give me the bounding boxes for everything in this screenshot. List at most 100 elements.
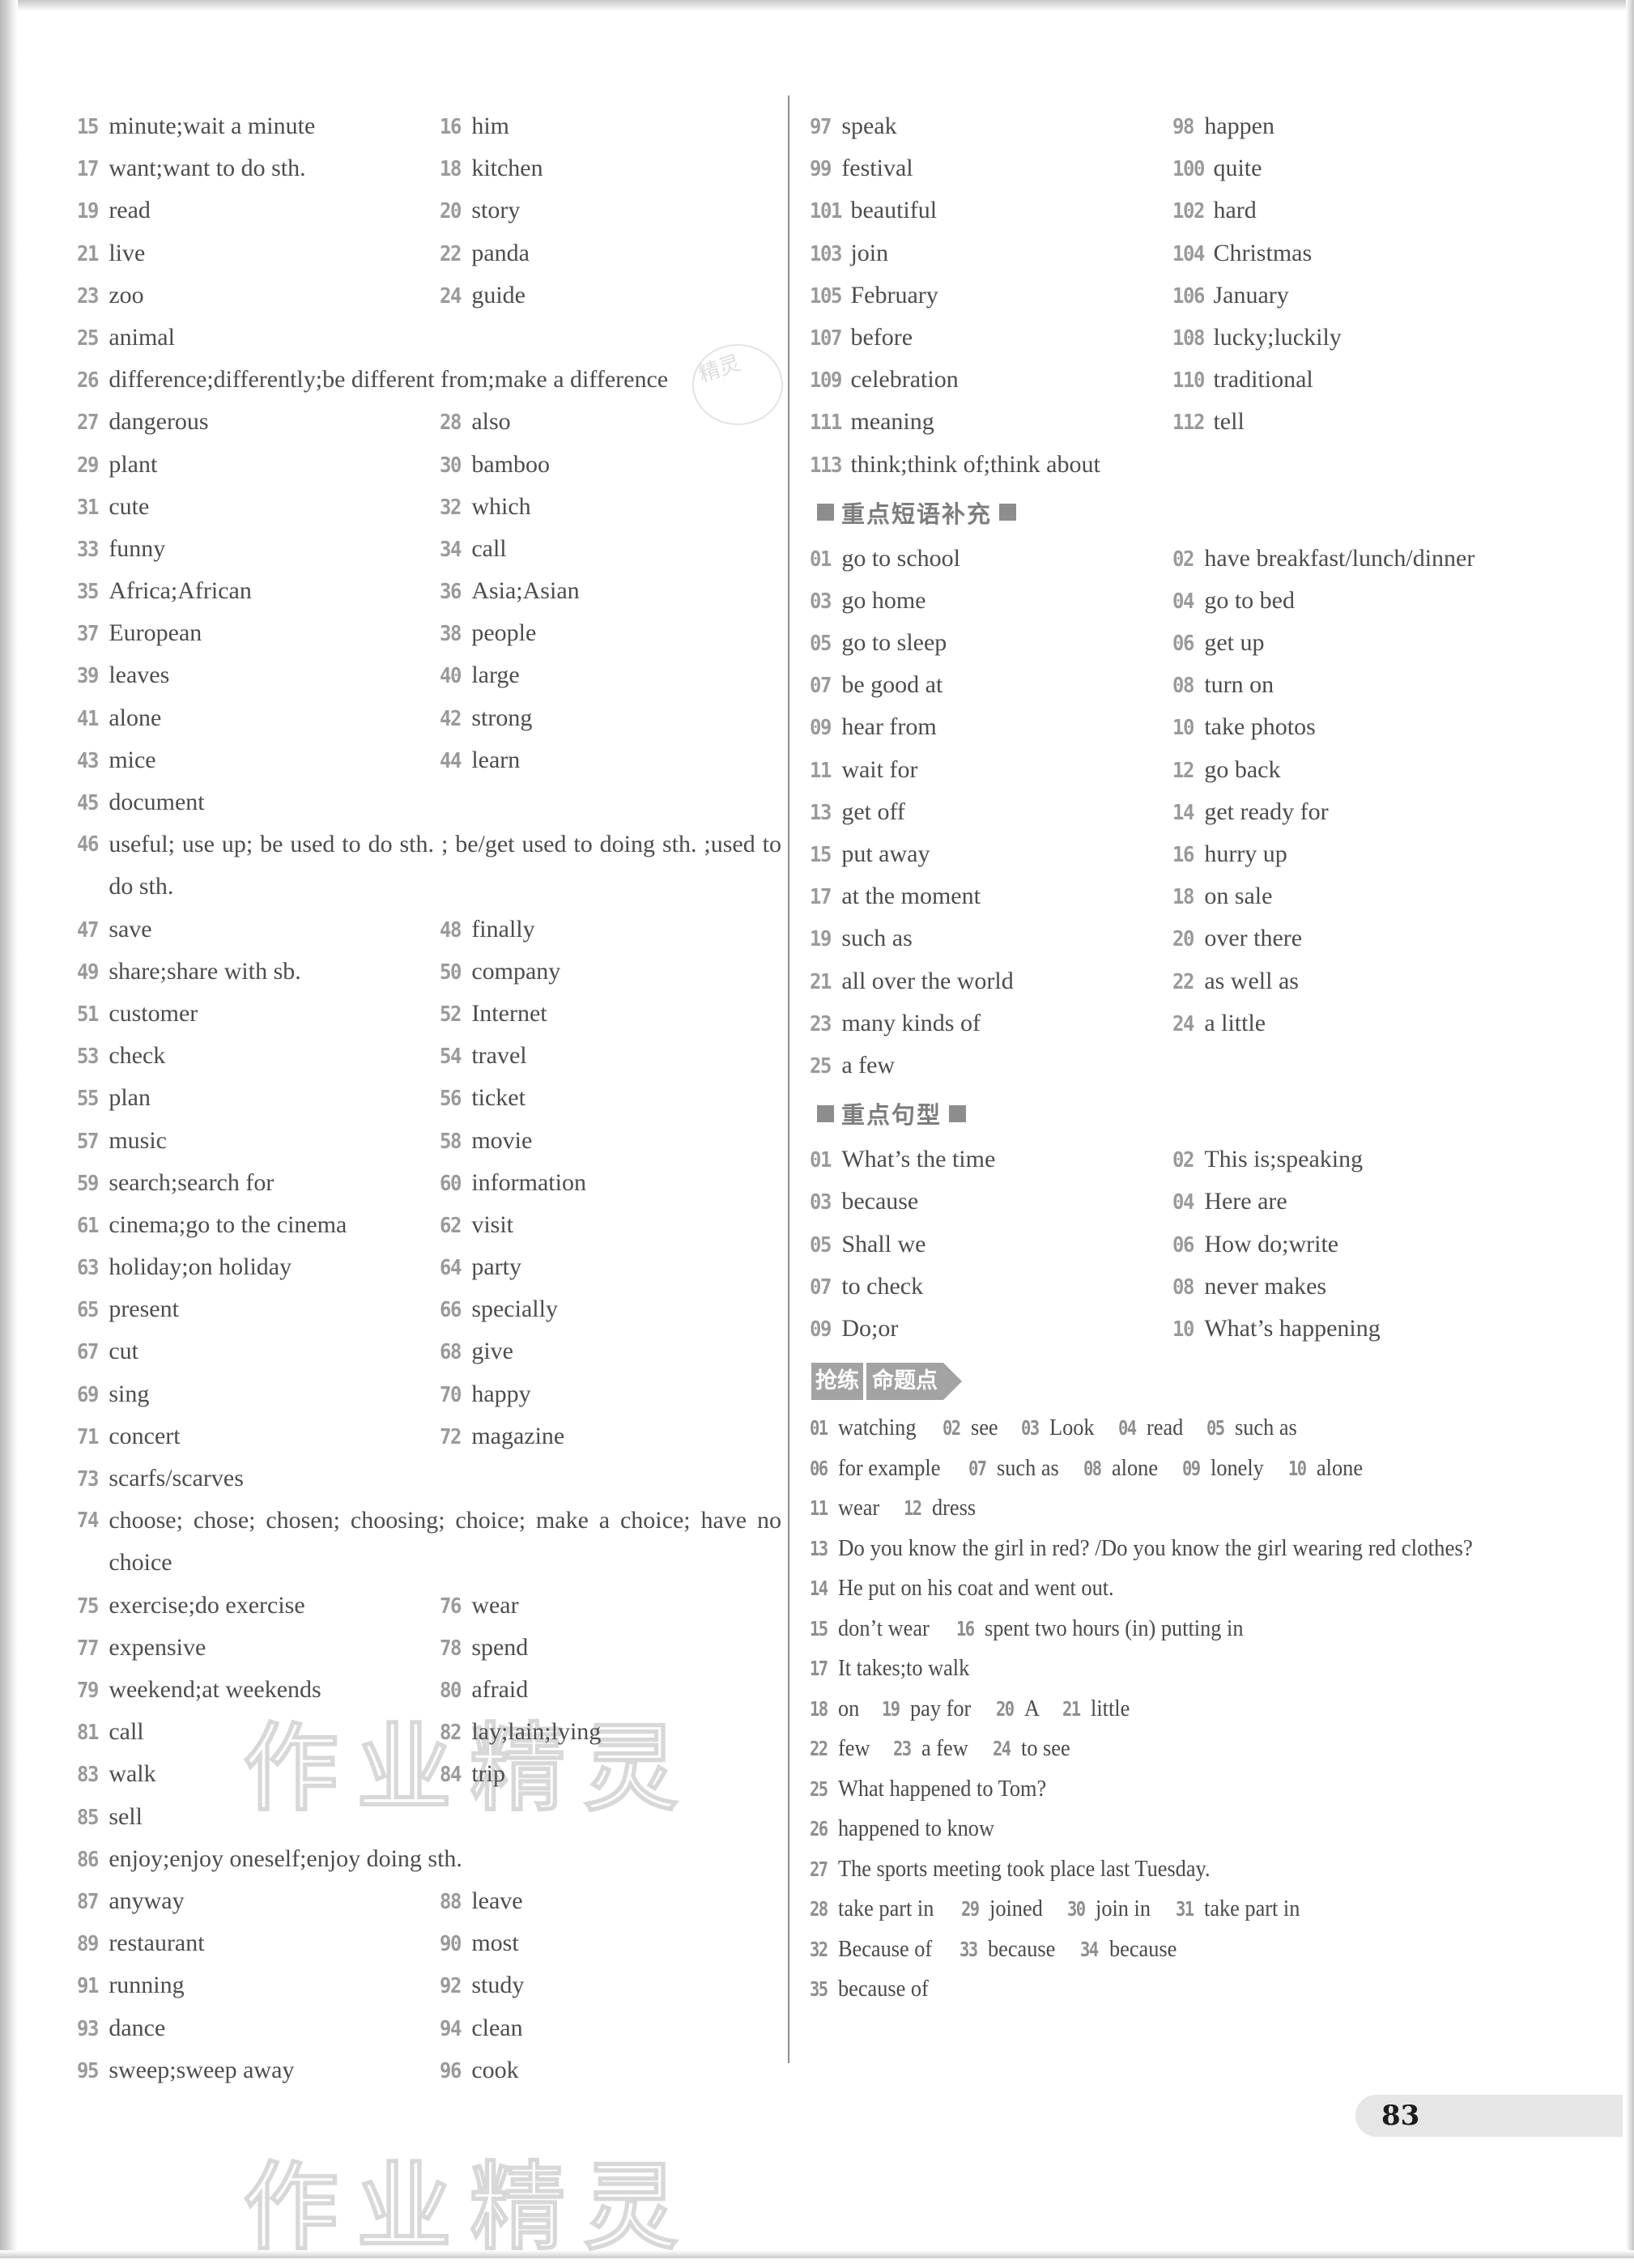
entry-number: 113 [810, 453, 842, 478]
entry-text: go to bed [1204, 586, 1295, 614]
entry-cell: 25 animal [77, 317, 440, 360]
entry-number: 111 [810, 411, 842, 436]
entry-cell: 76 wear [440, 1585, 781, 1628]
entry-number: 91 [77, 1974, 99, 1999]
entry-number: 77 [77, 1636, 99, 1661]
entry-number: 17 [810, 885, 832, 910]
entry-text: never makes [1204, 1272, 1327, 1300]
entry-row: 59 search;search for 60 information [77, 1162, 781, 1204]
entry-text: few [838, 1736, 870, 1762]
entry-text: magazine [471, 1422, 565, 1449]
entry-number: 104 [1172, 241, 1205, 266]
entry-cell: 65 present [77, 1288, 440, 1331]
entry-number: 37 [77, 622, 99, 647]
entry-text: tell [1213, 408, 1245, 436]
entry-cell: 68 give [440, 1330, 781, 1373]
entry-number: 04 [1172, 589, 1194, 614]
drill-row: 32 Because of 33 because 34 because [810, 1930, 1522, 1970]
entry-text: Here are [1204, 1188, 1287, 1215]
entry-text: dangerous [109, 408, 209, 436]
entry-number: 07 [968, 1456, 987, 1480]
entry-cell: 07 be good at [810, 664, 1172, 707]
entry-text: funny [109, 534, 166, 562]
entry-text: Africa;African [109, 577, 252, 605]
entry-row: 69 sing 70 happy [77, 1373, 781, 1415]
entry-number: 97 [810, 115, 832, 139]
entry-cell: 18 kitchen [440, 147, 781, 190]
entry-number: 06 [810, 1456, 828, 1480]
entry-row: 41 alone 42 strong [77, 697, 781, 739]
entry-text: guide [471, 281, 526, 308]
entry-text: a little [1204, 1009, 1266, 1036]
entry-row: 33 funny 34 call [77, 528, 781, 570]
entry-number: 23 [810, 1011, 832, 1036]
entry-text: leaves [109, 662, 170, 689]
entry-number: 01 [810, 1148, 832, 1173]
entry-number: 25 [810, 1777, 828, 1801]
drill-row: 18 on 19 pay for 20 A 21 little [810, 1689, 1522, 1730]
entry-number: 74 [77, 1508, 99, 1534]
entry-number: 07 [810, 1274, 832, 1300]
entry-row: 83 walk 84 trip [77, 1753, 781, 1795]
entry-number: 110 [1172, 368, 1205, 394]
entry-row: 25 animal [77, 317, 781, 359]
entry-row: 15 minute;wait a minute 16 him [77, 105, 781, 147]
entry-number: 06 [1172, 1232, 1194, 1257]
entry-text: get ready for [1204, 798, 1329, 825]
entry-text: put away [841, 840, 930, 867]
entry-text: ticket [471, 1084, 526, 1112]
entry-cell: 23 zoo [77, 274, 440, 317]
entry-number: 81 [77, 1721, 99, 1746]
entry-number: 24 [440, 283, 462, 308]
entry-text: choose; chose; chosen; choosing; choice;… [109, 1507, 781, 1577]
entry-number: 27 [810, 1857, 828, 1881]
entry-text: zoo [109, 281, 144, 308]
entry-cell: 04 go to bed [1172, 580, 1522, 623]
entry-row: 09 Do;or 10 What’s happening [810, 1308, 1522, 1350]
entry-text: to check [841, 1272, 924, 1300]
entry-cell: 66 specially [440, 1288, 781, 1331]
entry-row-wrapped: 74 choose; chose; chosen; choosing; choic… [77, 1500, 781, 1584]
entry-text: This is;speaking [1204, 1146, 1364, 1173]
entry-number: 60 [440, 1171, 462, 1196]
entry-number: 05 [810, 1232, 832, 1257]
entry-cell: 70 happy [440, 1373, 781, 1416]
entry-number: 02 [1172, 547, 1194, 572]
entry-number: 28 [440, 411, 462, 436]
entry-number: 101 [810, 199, 842, 224]
entry-row-full: 26 difference;differently;be different fr… [77, 359, 781, 401]
entry-row: 55 plan 56 ticket [77, 1077, 781, 1119]
drill-row: 01 watching 02 see 03 Look 04 read 05 such as [810, 1408, 1522, 1449]
drill-row-wrapped: 13 Do you know the girl in red? /Do you k… [810, 1529, 1522, 1569]
entry-number: 100 [1172, 157, 1205, 182]
entry-text: take photos [1204, 713, 1316, 741]
entry-text: Internet [471, 999, 547, 1027]
entry-number: 23 [893, 1737, 912, 1761]
entry-cell: 30 bamboo [440, 444, 781, 487]
entry-cell: 100 quite [1172, 147, 1522, 190]
entry-number: 53 [77, 1045, 99, 1070]
entry-text: company [471, 957, 561, 985]
entry-number: 85 [77, 1805, 99, 1830]
entry-row: 71 concert 72 magazine [77, 1415, 781, 1457]
entry-number: 11 [810, 758, 832, 783]
entry-number: 22 [1172, 969, 1194, 994]
entry-text: information [471, 1168, 586, 1196]
entry-text: restaurant [109, 1930, 205, 1957]
entry-cell: 54 travel [440, 1035, 781, 1078]
entry-text: such as [841, 925, 913, 952]
entry-number: 109 [810, 368, 842, 394]
entry-text: for example [838, 1455, 941, 1481]
entry-text: share;share with sb. [109, 957, 301, 985]
entry-cell: 10 take photos [1172, 706, 1522, 749]
entry-cell: 02 have breakfast/lunch/dinner [1172, 538, 1522, 581]
entry-row: 19 read 20 story [77, 189, 781, 232]
entry-row: 49 share;share with sb. 50 company [77, 951, 781, 993]
entry-text: weekend;at weekends [109, 1676, 321, 1703]
entry-text: on [838, 1696, 860, 1721]
entry-row: 87 anyway 88 leave [77, 1880, 781, 1922]
entry-text: because [1108, 1936, 1177, 1962]
entry-number: 73 [77, 1467, 99, 1492]
entry-cell: 73 scarfs/scarves [77, 1457, 440, 1500]
entry-text: party [471, 1253, 521, 1281]
